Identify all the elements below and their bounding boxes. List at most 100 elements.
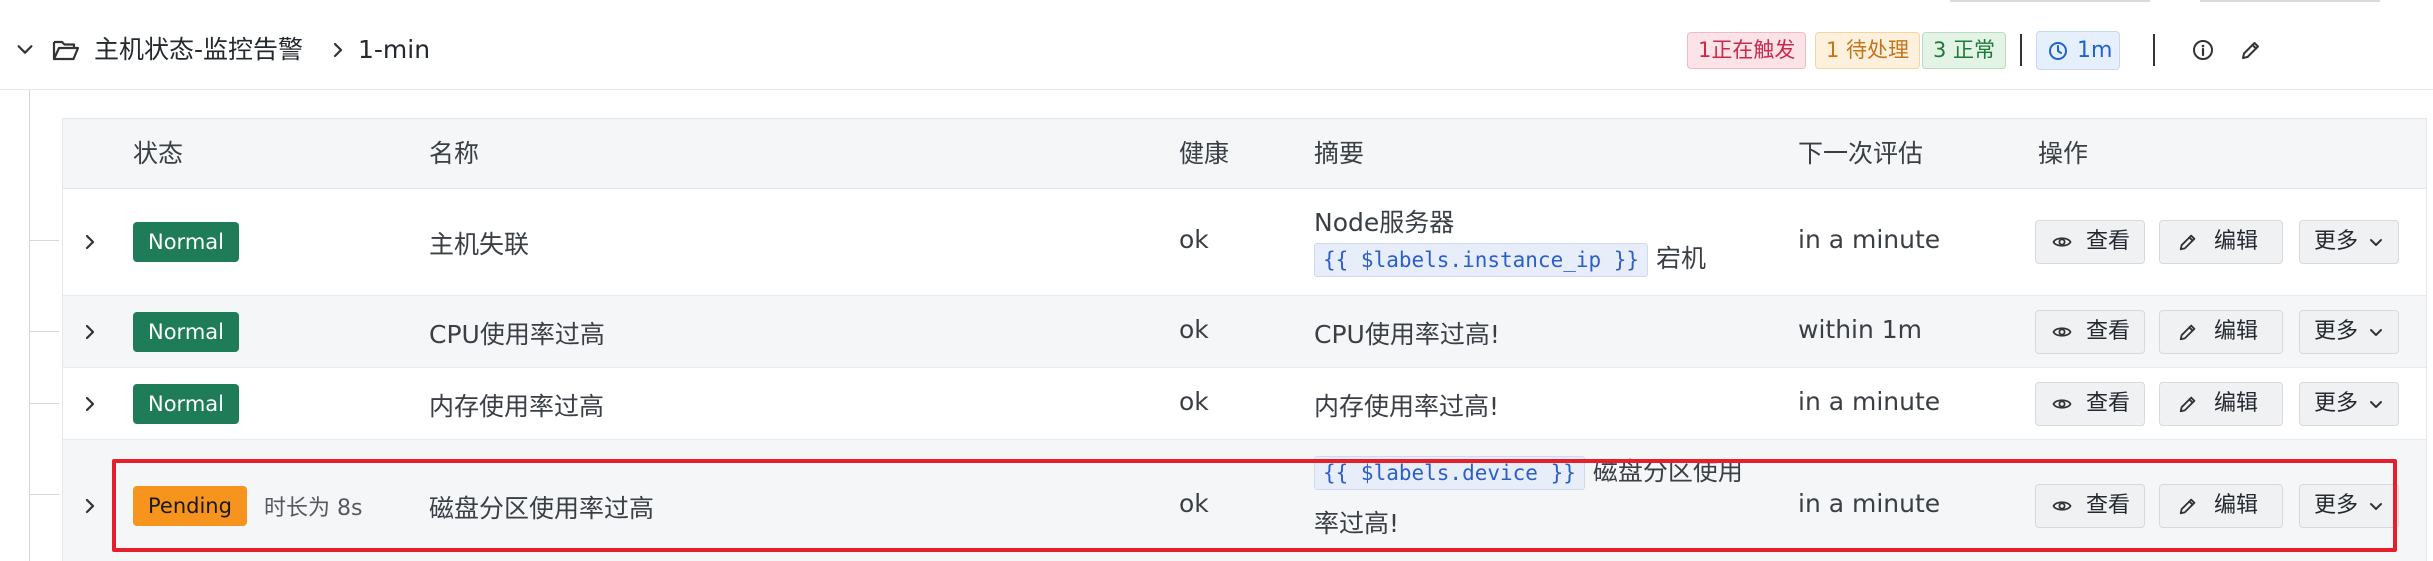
pencil-icon[interactable] — [2240, 39, 2262, 61]
view-label: 查看 — [2086, 391, 2131, 416]
edit-label: 编辑 — [2214, 319, 2259, 344]
more-dropdown-button[interactable]: 更多 — [2299, 310, 2399, 354]
edit-button[interactable]: 编辑 — [2159, 310, 2283, 354]
info-icon[interactable] — [2192, 39, 2214, 61]
template-code: {{ $labels.instance_ip }} — [1314, 243, 1649, 277]
eye-icon — [2052, 327, 2072, 337]
more-dropdown-button[interactable]: 更多 — [2299, 484, 2399, 528]
rule-health: ok — [1179, 315, 1209, 344]
view-button[interactable]: 查看 — [2035, 484, 2145, 528]
view-label: 查看 — [2086, 229, 2131, 254]
column-next-evaluation: 下一次评估 — [1798, 139, 1924, 168]
state-badge: Normal — [133, 312, 239, 352]
view-button[interactable]: 查看 — [2035, 220, 2145, 264]
edit-label: 编辑 — [2214, 229, 2259, 254]
chevron-right-icon[interactable] — [79, 393, 101, 415]
more-label: 更多 — [2314, 391, 2359, 416]
chevron-right-icon — [333, 42, 343, 58]
evaluation-interval-badge[interactable]: 1m — [2036, 31, 2120, 70]
table-row[interactable]: Normal 主机失联 ok Node服务器 {{ $labels.instan… — [63, 189, 2426, 296]
rules-table: 状态 名称 健康 摘要 下一次评估 操作 Normal 主机失联 ok Node… — [62, 118, 2427, 561]
tree-guide-stub — [29, 331, 59, 332]
pencil-icon — [2179, 234, 2196, 251]
firing-count-badge: 1正在触发 — [1687, 32, 1807, 69]
template-code: {{ $labels.device }} — [1314, 456, 1585, 490]
rule-summary-template: {{ $labels.device }} 磁盘分区使用 — [1314, 452, 1743, 490]
more-label: 更多 — [2314, 319, 2359, 344]
chevron-down-icon — [2370, 239, 2382, 246]
rule-summary-template: {{ $labels.instance_ip }} 宕机 — [1314, 239, 1706, 277]
breadcrumb-group[interactable]: 1-min — [358, 30, 430, 70]
chevron-down-icon — [2370, 503, 2382, 510]
folder-open-icon — [52, 40, 80, 61]
table-header: 状态 名称 健康 摘要 下一次评估 操作 — [63, 119, 2426, 189]
rule-health: ok — [1179, 225, 1209, 254]
rule-summary: 内存使用率过高! — [1314, 392, 1500, 421]
more-label: 更多 — [2314, 229, 2359, 254]
state-duration: 时长为 8s — [264, 496, 363, 521]
table-row[interactable]: Normal CPU使用率过高 ok CPU使用率过高! within 1m 查… — [63, 296, 2426, 368]
edit-label: 编辑 — [2214, 391, 2259, 416]
chevron-down-icon — [2370, 401, 2382, 408]
rule-summary: CPU使用率过高! — [1314, 320, 1500, 349]
chevron-down-icon — [2370, 329, 2382, 336]
top-divider — [1950, 0, 2150, 2]
chevron-right-icon[interactable] — [79, 321, 101, 343]
breadcrumb-folder[interactable]: 主机状态-监控告警 — [94, 30, 303, 70]
pencil-icon — [2179, 324, 2196, 341]
eye-icon — [2052, 399, 2072, 409]
column-actions: 操作 — [2038, 139, 2089, 168]
rule-health: ok — [1179, 489, 1209, 518]
view-label: 查看 — [2086, 319, 2131, 344]
edit-button[interactable]: 编辑 — [2159, 382, 2283, 426]
rule-name: CPU使用率过高 — [429, 320, 605, 349]
clock-icon — [2049, 42, 2067, 60]
pencil-icon — [2179, 396, 2196, 413]
more-dropdown-button[interactable]: 更多 — [2299, 382, 2399, 426]
next-evaluation: within 1m — [1798, 315, 1923, 344]
table-row[interactable]: Pending 时长为 8s 磁盘分区使用率过高 ok {{ $labels.d… — [63, 440, 2426, 561]
chevron-right-icon[interactable] — [79, 231, 101, 253]
eye-icon — [2052, 237, 2072, 247]
state-badge: Pending — [133, 486, 247, 526]
edit-label: 编辑 — [2214, 493, 2259, 518]
interval-label: 1m — [2077, 38, 2113, 63]
normal-count-badge: 3 正常 — [1922, 32, 2007, 69]
state-badge: Normal — [133, 384, 239, 424]
column-health: 健康 — [1179, 139, 1230, 168]
view-button[interactable]: 查看 — [2035, 382, 2145, 426]
summary-text: 宕机 — [1656, 244, 1707, 273]
column-name: 名称 — [429, 139, 480, 168]
table-row[interactable]: Normal 内存使用率过高 ok 内存使用率过高! in a minute 查… — [63, 368, 2426, 440]
pending-count-badge: 1 待处理 — [1815, 32, 1921, 69]
header-divider — [2153, 34, 2155, 66]
next-evaluation: in a minute — [1798, 387, 1941, 416]
state-badge: Normal — [133, 222, 239, 262]
column-state: 状态 — [133, 139, 184, 168]
more-dropdown-button[interactable]: 更多 — [2299, 220, 2399, 264]
top-divider — [2200, 0, 2380, 2]
pencil-icon — [2179, 498, 2196, 515]
rule-summary: 率过高! — [1314, 509, 1400, 538]
chevron-down-icon[interactable] — [14, 38, 36, 60]
rule-name: 磁盘分区使用率过高 — [429, 494, 655, 523]
next-evaluation: in a minute — [1798, 225, 1941, 254]
rule-name: 内存使用率过高 — [429, 392, 605, 421]
rule-name: 主机失联 — [429, 230, 530, 259]
rule-summary: Node服务器 — [1314, 208, 1455, 237]
column-summary: 摘要 — [1314, 139, 1365, 168]
view-label: 查看 — [2086, 493, 2131, 518]
group-header: 主机状态-监控告警 1-min 1正在触发 1 待处理 3 正常 1m — [0, 0, 2433, 90]
tree-guide-stub — [29, 494, 59, 495]
view-button[interactable]: 查看 — [2035, 310, 2145, 354]
summary-text: 磁盘分区使用 — [1592, 457, 1743, 486]
tree-guide-line — [29, 90, 30, 561]
header-divider — [2020, 34, 2022, 66]
chevron-right-icon[interactable] — [79, 495, 101, 517]
edit-button[interactable]: 编辑 — [2159, 484, 2283, 528]
more-label: 更多 — [2314, 493, 2359, 518]
rule-health: ok — [1179, 387, 1209, 416]
edit-button[interactable]: 编辑 — [2159, 220, 2283, 264]
eye-icon — [2052, 501, 2072, 511]
tree-guide-stub — [29, 240, 59, 241]
